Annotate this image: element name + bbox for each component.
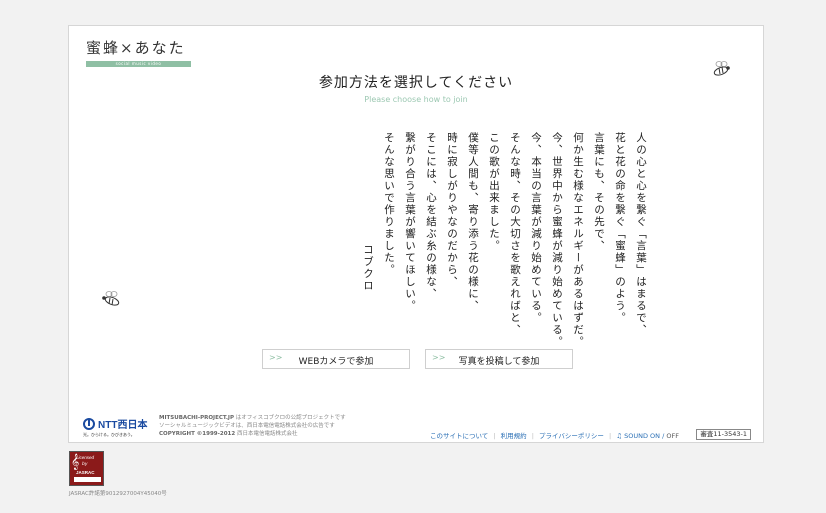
copyright: COPYRIGHT ©1999-2012 — [159, 431, 236, 437]
review-code: 審査11-3543-1 — [696, 429, 751, 440]
jasrac-badge-line2: by — [82, 462, 88, 467]
poem-text: 人の心と心を繋ぐ「言葉」はまるで、 花と花の命を繋ぐ「蜜蜂」のよう。 言葉にも、… — [231, 132, 651, 368]
logo-text: 蜜蜂×あなた — [86, 39, 186, 57]
poem-line: この歌が出来ました。 — [488, 132, 500, 252]
poem-line: そんな時、その大切さを歌えればと、 — [509, 132, 521, 336]
poem-line: そんな思いで作りました。 — [383, 132, 395, 276]
poem-line: 僕等人間も、寄り添う花の様に、 — [467, 132, 479, 312]
ntt-tagline: 光。ひらける。ひびきあう。 — [83, 432, 135, 437]
poem-line: 花と花の命を繋ぐ「蜜蜂」のよう。 — [614, 132, 626, 324]
photo-join-label: 写真を投稿して参加 — [458, 357, 540, 367]
bee-icon — [102, 291, 120, 306]
info-line-2: ソーシャルミュージックビデオは、西日本電信電話株式会社の広告です — [159, 423, 335, 429]
info-line-1: はオフィスコブクロの公認プロジェクトです — [233, 415, 346, 421]
jasrac-badge-line3: JASRAC — [76, 470, 95, 475]
poem-line: 人の心と心を繋ぐ「言葉」はまるで、 — [635, 132, 647, 336]
poem-line: 繋がり合う言葉が響いてほしい。 — [404, 132, 416, 312]
poem-line: 時に寂しがりやなのだから、 — [446, 132, 458, 288]
site-logo[interactable]: 蜜蜂×あなた social music video — [86, 37, 196, 67]
page-title: 参加方法を選択してください — [318, 75, 514, 91]
webcam-join-button[interactable]: >> WEBカメラで参加 — [262, 349, 410, 369]
site-info: MITSUBACHI-PROJECT.JP はオフィスコブクロの公認プロジェクト… — [159, 414, 346, 438]
page-subtitle: Please choose how to join — [364, 95, 468, 104]
sound-on-toggle[interactable]: ♫ SOUND ON — [616, 432, 660, 440]
jasrac-badge[interactable]: 𝄞 Licensed by JASRAC — [69, 451, 104, 486]
ntt-name: NTT西日本 — [98, 420, 148, 431]
footer-links: このサイトについて | 利用規約 | プライバシーポリシー | ♫ SOUND … — [429, 432, 679, 440]
jasrac-bar — [74, 477, 101, 482]
main-panel: 蜜蜂×あなた social music video 参加方法を選択してください … — [68, 25, 764, 443]
jasrac-license-number: JASRAC許諾第9012927004Y45040号 — [69, 491, 167, 497]
copyright-owner: 西日本電信電話株式会社 — [235, 431, 298, 437]
terms-link[interactable]: 利用規約 — [501, 432, 527, 440]
sound-off-toggle[interactable]: OFF — [666, 432, 679, 440]
photo-join-button[interactable]: >> 写真を投稿して参加 — [425, 349, 573, 369]
poem-line: 言葉にも、その先で、 — [593, 132, 605, 252]
webcam-join-label: WEBカメラで参加 — [298, 357, 374, 367]
bee-icon — [713, 61, 730, 76]
poem-line: そこには、心を結ぶ糸の様な、 — [425, 132, 437, 300]
ntt-logo[interactable]: NTT西日本 光。ひらける。ひびきあう。 — [83, 416, 147, 438]
jasrac-badge-line1: Licensed — [76, 455, 95, 460]
project-domain: MITSUBACHI-PROJECT.JP — [159, 415, 234, 421]
about-site-link[interactable]: このサイトについて — [430, 432, 488, 440]
poem-line: 今、本当の言葉が減り始めている。 — [530, 132, 542, 324]
privacy-link[interactable]: プライバシーポリシー — [539, 432, 604, 440]
ntt-mark-icon — [83, 417, 95, 430]
sound-separator: / — [662, 432, 665, 440]
logo-tagline: social music video — [86, 61, 191, 67]
poem-line: 今、世界中から蜜蜂が減り始めている。 — [551, 132, 563, 348]
poem-line: 何か生む様なエネルギーがあるはずだ。 — [572, 132, 584, 348]
